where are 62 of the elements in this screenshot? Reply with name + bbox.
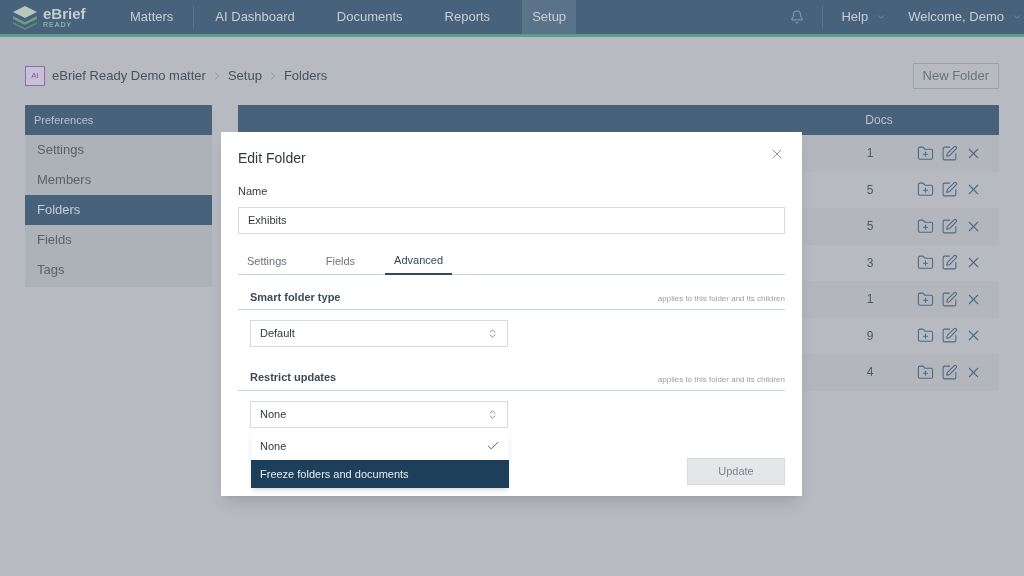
breadcrumb-link[interactable]: Setup (227, 66, 262, 86)
add-subfolder-icon[interactable] (917, 144, 934, 162)
user-menu[interactable]: Welcome, Demo (908, 7, 1022, 27)
edit-icon[interactable] (941, 144, 958, 162)
nav-tab[interactable]: Matters (120, 0, 184, 34)
table-cell-text: 5 (865, 218, 875, 236)
dialog-tab[interactable]: Settings (238, 247, 296, 275)
nav-tab[interactable]: AI Dashboard (205, 0, 305, 34)
nav-tab[interactable]: Reports (434, 0, 501, 34)
name-field[interactable]: Exhibits (238, 206, 785, 234)
sidebar-item[interactable]: Tags (25, 255, 212, 285)
section-title: Smart folder type (250, 289, 341, 305)
sidebar-item[interactable]: Folders (25, 195, 212, 225)
logo-text: eBrief (43, 6, 86, 21)
table-cell-text: 1 (865, 145, 875, 163)
select-field[interactable]: None (250, 400, 508, 428)
add-subfolder-icon[interactable] (917, 290, 934, 308)
edit-icon[interactable] (941, 181, 958, 199)
edit-icon[interactable] (941, 290, 958, 308)
column-header: Docs (864, 112, 894, 129)
edit-icon[interactable] (941, 217, 958, 235)
nav-tab[interactable]: Setup (522, 0, 577, 34)
edit-icon[interactable] (941, 254, 958, 272)
matter-badge: AI (25, 66, 45, 86)
sidebar-item[interactable]: Members (25, 165, 212, 195)
table-cell-text: 9 (865, 327, 875, 345)
notification-bell-icon[interactable] (790, 10, 805, 24)
chevron-down-icon (876, 12, 887, 22)
dialog-tab[interactable]: Advanced (385, 247, 453, 275)
sidebar-item[interactable]: Settings (25, 135, 212, 165)
add-subfolder-icon[interactable] (917, 363, 934, 381)
table-cell-text: 3 (865, 254, 875, 272)
table-cell-text: 5 (865, 181, 875, 199)
dropdown-option[interactable]: Freeze folders and documents (251, 460, 509, 488)
sidebar-header: Preferences (25, 105, 212, 135)
table-cell-text: 4 (865, 364, 875, 382)
breadcrumb-link[interactable]: eBrief Ready Demo matter (52, 66, 206, 86)
table-cell-text: 1 (865, 291, 875, 309)
logo-icon (11, 4, 39, 30)
breadcrumb-link[interactable]: Folders (283, 66, 328, 86)
add-subfolder-icon[interactable] (917, 254, 934, 272)
section-hint: applies to this folder and its children (657, 293, 785, 305)
up-down-chevron-icon (487, 328, 498, 339)
add-subfolder-icon[interactable] (917, 181, 934, 199)
section-title: Restrict updates (250, 370, 337, 385)
add-subfolder-icon[interactable] (917, 327, 934, 345)
dialog-tab[interactable]: Fields (316, 247, 365, 275)
up-down-chevron-icon (487, 408, 498, 420)
section-hint: applies to this folder and its children (657, 373, 785, 386)
dropdown-option[interactable]: None (251, 432, 509, 460)
edit-icon[interactable] (941, 327, 958, 345)
chevron-down-icon (1012, 12, 1022, 22)
new-folder-button[interactable]: New Folder (912, 63, 999, 89)
sidebar-item[interactable]: Fields (25, 225, 212, 255)
nav-tab[interactable]: Documents (326, 0, 413, 34)
edit-icon[interactable] (941, 363, 958, 381)
field-label: Name (238, 184, 269, 199)
add-subfolder-icon[interactable] (917, 217, 934, 235)
help-menu[interactable]: Help (841, 7, 887, 27)
dialog-title: Edit Folder (238, 149, 306, 168)
update-button[interactable]: Update (687, 457, 785, 485)
select-field[interactable]: Default (250, 320, 508, 347)
